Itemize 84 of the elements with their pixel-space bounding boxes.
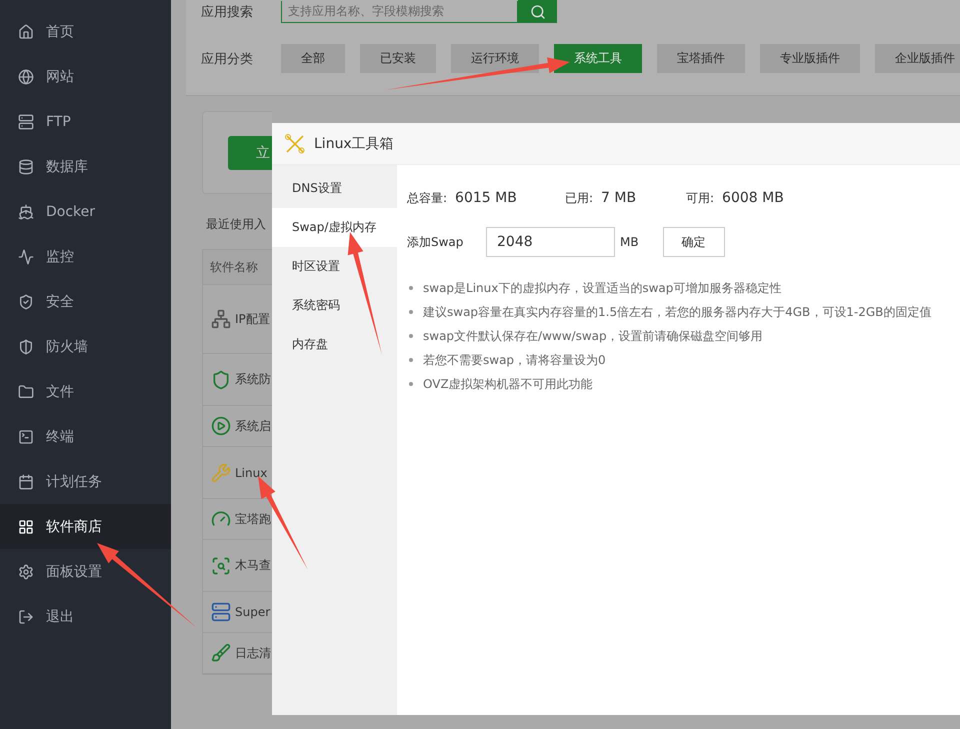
table-cell: Super xyxy=(235,605,270,619)
confirm-button[interactable]: 确定 xyxy=(662,227,725,257)
menu-item-icon xyxy=(18,68,34,84)
menu-item-icon xyxy=(18,384,34,400)
bullet-icon xyxy=(409,286,413,290)
dialog-tab[interactable]: DNS设置 xyxy=(272,169,397,208)
wrench-icon xyxy=(211,462,231,482)
table-cell: IP配置 xyxy=(235,310,270,328)
menu-item-icon xyxy=(18,608,34,624)
sidebar-item[interactable]: FTP xyxy=(0,99,171,144)
stat-value: 6008 MB xyxy=(722,190,784,206)
sidebar-item[interactable]: 软件商店 xyxy=(0,504,171,549)
action-button[interactable]: 立 xyxy=(228,136,272,170)
category-tab[interactable]: 全部 xyxy=(281,44,345,73)
bullet-icon xyxy=(409,310,413,314)
table-cell: 宝塔跑 xyxy=(235,510,271,528)
category-tab[interactable]: 专业版插件 xyxy=(760,44,860,73)
menu-item-icon xyxy=(18,24,34,40)
category-label: 应用分类 xyxy=(201,50,254,68)
bullet-icon xyxy=(409,358,413,362)
sidebar-item[interactable]: 计划任务 xyxy=(0,459,171,504)
dialog-tab[interactable]: 系统密码 xyxy=(272,286,397,325)
category-tab[interactable]: 已安装 xyxy=(360,44,436,73)
stat-label: 已用: xyxy=(565,190,594,206)
menu-item-icon xyxy=(18,428,34,444)
menu-item-icon xyxy=(18,294,34,310)
search-icon xyxy=(530,4,546,20)
note-text: 若您不需要swap，请将容量设为0 xyxy=(423,352,606,368)
menu-item-icon xyxy=(18,338,34,354)
menu-item-icon xyxy=(18,114,34,130)
dialog-tab[interactable]: 时区设置 xyxy=(272,247,397,286)
table-cell: 木马查 xyxy=(235,557,271,574)
unit-label: MB xyxy=(620,235,639,249)
stat-label: 可用: xyxy=(686,190,714,206)
play-icon xyxy=(211,416,231,436)
note-text: swap是Linux下的虚拟内存，设置适当的swap可增加服务器稳定性 xyxy=(423,280,782,296)
note-text: 建议swap容量在真实内存容量的1.5倍左右，若您的服务器内存大于4GB，可设1-2GB的固定值 xyxy=(423,304,932,320)
dialog-title: Linux工具箱 xyxy=(314,134,394,152)
dialog-tab[interactable]: 内存盘 xyxy=(272,325,397,364)
menu-item-icon xyxy=(18,204,34,220)
sidebar-item[interactable]: 退出 xyxy=(0,594,171,639)
brush-icon xyxy=(211,643,231,663)
server-icon xyxy=(211,602,231,622)
sidebar-item[interactable]: 数据库 xyxy=(0,144,171,189)
table-cell: 系统启 xyxy=(235,418,271,434)
scan-icon xyxy=(211,556,231,576)
note-text: swap文件默认保存在/www/swap，设置前请确保磁盘空间够用 xyxy=(423,328,763,344)
sidebar-item[interactable]: 防火墙 xyxy=(0,324,171,369)
bullet-icon xyxy=(409,382,413,386)
stat-value: 6015 MB xyxy=(455,190,517,206)
swap-label: 添加Swap xyxy=(407,234,464,250)
search-label: 应用搜索 xyxy=(201,4,254,20)
swap-input[interactable]: 2048 xyxy=(486,227,615,257)
sidebar-item[interactable]: 面板设置 xyxy=(0,549,171,594)
category-tab[interactable]: 宝塔插件 xyxy=(657,44,745,73)
sidebar-item[interactable]: 网站 xyxy=(0,54,171,99)
stat-value: 7 MB xyxy=(601,190,636,206)
note-text: OVZ虚拟架构机器不可用此功能 xyxy=(423,376,593,392)
table-cell: 日志清 xyxy=(235,644,271,662)
menu-item-icon xyxy=(18,248,34,264)
network-icon xyxy=(211,309,231,329)
menu-item-icon xyxy=(18,474,34,490)
menu-item-icon xyxy=(18,518,34,534)
category-tab[interactable]: 企业版插件 xyxy=(875,44,960,73)
table-cell: 系统防 xyxy=(235,371,271,388)
recent-label: 最近使用入 xyxy=(206,216,266,233)
sidebar-item[interactable]: Docker xyxy=(0,189,171,234)
tools-icon xyxy=(284,132,306,154)
category-tab[interactable]: 系统工具 xyxy=(554,44,642,73)
table-cell: Linux xyxy=(235,466,268,480)
sidebar-item[interactable]: 终端 xyxy=(0,414,171,459)
sidebar-item[interactable]: 监控 xyxy=(0,234,171,279)
menu-item-icon xyxy=(18,158,34,174)
shield-icon xyxy=(211,370,231,390)
search-button[interactable] xyxy=(518,0,557,23)
bullet-icon xyxy=(409,334,413,338)
sidebar-item[interactable]: 安全 xyxy=(0,279,171,324)
menu-item-icon xyxy=(18,564,34,580)
sidebar-item[interactable]: 首页 xyxy=(0,9,171,54)
stat-label: 总容量: xyxy=(407,190,448,206)
column-header: 软件名称 xyxy=(203,250,273,285)
dialog-tab[interactable]: Swap/虚拟内存 xyxy=(272,208,397,247)
sidebar-item[interactable]: 文件 xyxy=(0,369,171,414)
category-tab[interactable]: 运行环境 xyxy=(451,44,539,73)
